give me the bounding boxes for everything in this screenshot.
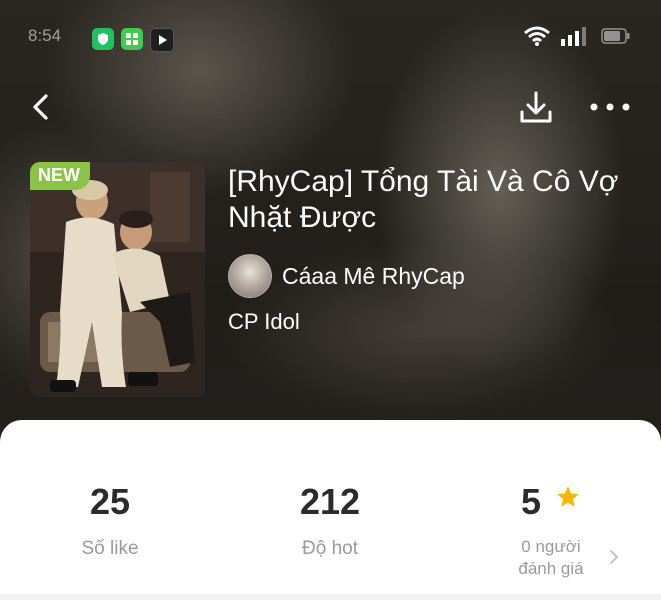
rating-value: 5 [520,481,541,522]
author-avatar [228,254,272,298]
author-row[interactable]: Cáaa Mê RhyCap [228,254,465,298]
cover-image [30,162,205,397]
grid-app-icon [121,28,143,50]
more-button[interactable] [588,94,632,120]
new-badge: NEW [30,162,90,190]
hot-label: Độ hot [302,538,358,559]
chevron-right-icon[interactable] [608,548,620,566]
shield-app-icon [92,28,114,50]
story-category[interactable]: CP Idol [228,309,300,335]
author-name: Cáaa Mê RhyCap [282,262,465,289]
stat-hot: 212 Độ hot [230,482,430,560]
rating-label: 0 người đánh giá [451,536,651,580]
story-title: [RhyCap] Tổng Tài Và Cô Vợ Nhặt Được [228,165,619,234]
download-button[interactable] [516,88,556,128]
status-time: 8:54 [28,26,62,45]
rating-value-row: 5 [451,482,651,522]
play-app-icon [150,28,174,52]
back-button[interactable] [26,90,60,124]
likes-value: 25 [89,481,131,522]
likes-label: Số like [81,538,139,559]
download-icon [520,91,552,123]
chevron-left-icon [33,94,48,120]
battery-icon [601,28,630,44]
stat-rating[interactable]: 5 0 người đánh giá [451,482,651,580]
system-icons [523,26,631,46]
hot-value: 212 [299,481,361,522]
status-bar: 8:54 [0,0,661,78]
stat-likes: 25 Số like [10,482,210,560]
story-cover[interactable]: NEW [30,162,205,397]
bottom-divider [0,594,661,600]
more-horizontal-icon [590,103,630,111]
signal-icon [561,27,586,46]
wifi-icon [524,26,550,46]
star-icon [557,486,579,507]
rating-label-line1: 0 người [521,537,581,556]
rating-label-line2: đánh giá [518,559,584,578]
